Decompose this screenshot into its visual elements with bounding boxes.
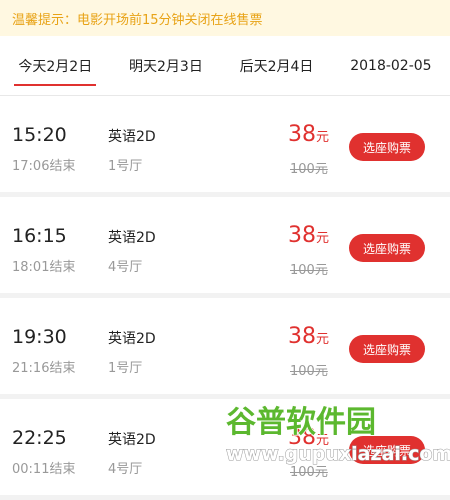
start-time: 19:30 — [12, 326, 67, 348]
price-unit: 元 — [316, 332, 330, 347]
language-version: 英语2D — [108, 432, 156, 448]
tab-tomorrow[interactable]: 明天2月3日 — [125, 46, 207, 86]
price: 38元 — [288, 223, 329, 248]
end-time: 18:01结束 — [12, 260, 76, 275]
session-row: 16:15 18:01结束 英语2D 4号厅 38元 100元 选座购票 — [0, 197, 450, 293]
select-seat-button[interactable]: 选座购票 — [349, 335, 425, 363]
watermark-brand: 谷普软件园 — [226, 405, 376, 440]
select-seat-button[interactable]: 选座购票 — [349, 234, 425, 262]
session-row: 19:30 21:16结束 英语2D 1号厅 38元 100元 选座购票 — [0, 298, 450, 394]
language-version: 英语2D — [108, 230, 156, 246]
hall-name: 1号厅 — [108, 361, 143, 376]
end-time: 21:16结束 — [12, 361, 76, 376]
watermark-logo: 谷普软件园 www.gupuxiazai.com — [225, 404, 450, 465]
price-unit: 元 — [316, 130, 330, 145]
price-value: 38 — [288, 122, 316, 147]
date-tabs: 今天2月2日 明天2月3日 后天2月4日 2018-02-05 — [0, 36, 450, 96]
notice-banner: 温馨提示：电影开场前15分钟关闭在线售票 — [0, 0, 450, 36]
price-value: 38 — [288, 324, 316, 349]
end-time: 00:11结束 — [12, 462, 76, 477]
start-time: 22:25 — [12, 427, 67, 449]
original-price: 100元 — [290, 263, 328, 278]
price: 38元 — [288, 122, 329, 147]
original-price: 100元 — [290, 364, 328, 379]
watermark-url: www.gupuxiazai.com — [226, 443, 450, 465]
price: 38元 — [288, 324, 329, 349]
tab-day-after[interactable]: 后天2月4日 — [236, 46, 318, 86]
start-time: 16:15 — [12, 225, 67, 247]
language-version: 英语2D — [108, 331, 156, 347]
select-seat-button[interactable]: 选座购票 — [349, 133, 425, 161]
hall-name: 1号厅 — [108, 159, 143, 174]
hall-name: 4号厅 — [108, 462, 143, 477]
hall-name: 4号厅 — [108, 260, 143, 275]
tab-date-0205[interactable]: 2018-02-05 — [346, 48, 435, 84]
start-time: 15:20 — [12, 124, 67, 146]
language-version: 英语2D — [108, 129, 156, 145]
session-row: 15:20 17:06结束 英语2D 1号厅 38元 100元 选座购票 — [0, 96, 450, 192]
price-value: 38 — [288, 223, 316, 248]
original-price: 100元 — [290, 162, 328, 177]
notice-text: 温馨提示：电影开场前15分钟关闭在线售票 — [12, 12, 263, 28]
tab-today[interactable]: 今天2月2日 — [14, 46, 97, 86]
price-unit: 元 — [316, 231, 330, 246]
end-time: 17:06结束 — [12, 159, 76, 174]
